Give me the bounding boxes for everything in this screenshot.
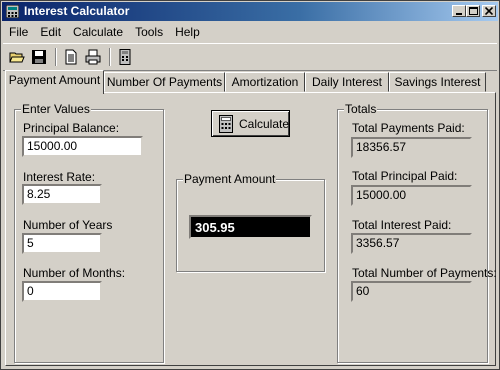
minimize-button[interactable] (452, 5, 466, 17)
toolbar-separator (55, 48, 57, 66)
principal-input[interactable]: 15000.00 (22, 136, 143, 157)
menu-bar: File Edit Calculate Tools Help (3, 23, 206, 42)
calculator-button[interactable] (115, 47, 135, 67)
maximize-button[interactable] (466, 5, 480, 17)
rate-input[interactable]: 8.25 (22, 184, 102, 205)
new-document-button[interactable] (61, 47, 81, 67)
menu-calculate[interactable]: Calculate (67, 23, 129, 41)
tab-daily-interest[interactable]: Daily Interest (305, 72, 389, 92)
title-bar[interactable]: Interest Calculator (2, 2, 498, 21)
save-button[interactable] (29, 47, 49, 67)
total-interest-label: Total Interest Paid: (352, 218, 452, 232)
calculator-icon (219, 115, 233, 133)
principal-label: Principal Balance: (23, 121, 120, 135)
menu-help[interactable]: Help (169, 23, 206, 41)
tab-savings-interest[interactable]: Savings Interest (389, 72, 486, 92)
minimize-icon (456, 13, 462, 15)
maximize-icon (469, 7, 478, 15)
toolbar-separator (109, 48, 111, 66)
calculate-label: Calculate (239, 117, 290, 131)
print-button[interactable] (83, 47, 103, 67)
save-icon (32, 50, 46, 64)
tab-number-of-payments[interactable]: Number Of Payments (104, 72, 225, 92)
menu-file[interactable]: File (3, 23, 34, 41)
total-interest-field: 3356.57 (351, 233, 472, 254)
calculator-icon (119, 49, 131, 65)
app-window: Interest Calculator File Edit Calculate Too… (0, 0, 500, 370)
tab-payment-amount[interactable]: Payment Amount (5, 70, 104, 94)
totals-legend: Totals (344, 102, 378, 116)
menu-edit[interactable]: Edit (34, 23, 67, 41)
enter-values-legend: Enter Values (21, 102, 91, 116)
years-label: Number of Years (23, 218, 113, 232)
document-icon (65, 49, 77, 65)
open-button[interactable] (7, 47, 27, 67)
total-payments-field: 18356.57 (351, 137, 472, 158)
payment-amount-result: 305.95 (189, 215, 312, 239)
toolbar (3, 43, 497, 71)
total-num-payments-label: Total Number of Payments: (352, 266, 497, 280)
tab-amortization[interactable]: Amortization (225, 72, 305, 92)
open-folder-icon (9, 52, 25, 63)
menu-tools[interactable]: Tools (129, 23, 169, 41)
total-num-payments-field: 60 (351, 281, 472, 302)
rate-label: Interest Rate: (23, 170, 96, 184)
print-icon (85, 49, 101, 65)
months-label: Number of Months: (23, 266, 126, 280)
calculate-button[interactable]: Calculate (211, 110, 290, 137)
total-payments-label: Total Payments Paid: (352, 121, 465, 135)
payment-amount-legend: Payment Amount (183, 172, 277, 186)
years-input[interactable]: 5 (22, 233, 102, 254)
close-button[interactable] (482, 5, 496, 17)
months-input[interactable]: 0 (22, 281, 102, 302)
total-principal-field: 15000.00 (351, 185, 472, 206)
app-icon (6, 5, 19, 18)
total-principal-label: Total Principal Paid: (352, 169, 458, 183)
close-icon (485, 7, 493, 15)
window-title: Interest Calculator (24, 4, 130, 18)
